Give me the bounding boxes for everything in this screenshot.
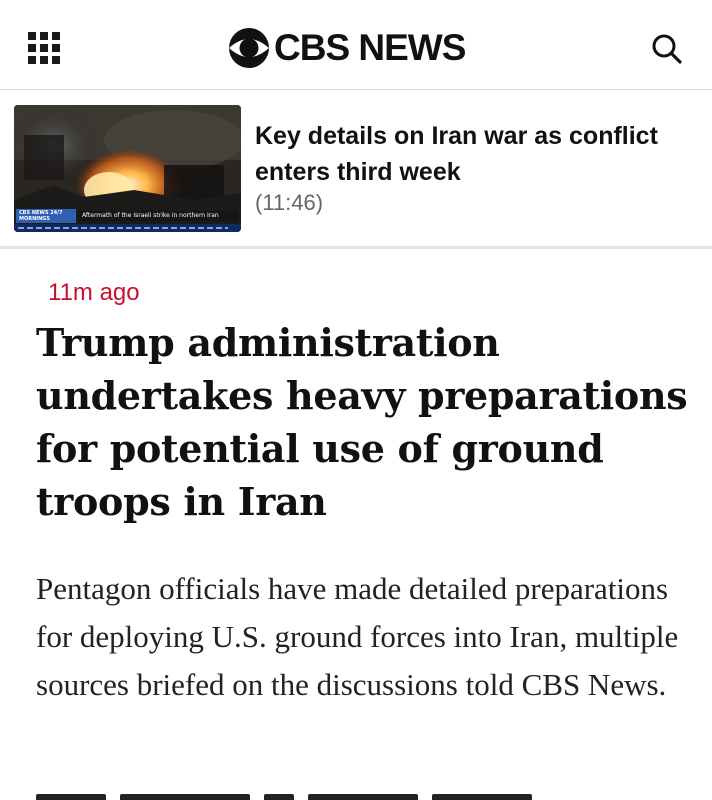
grid-menu-icon[interactable] — [28, 32, 60, 64]
video-title[interactable]: Key details on Iran war as conflict ente… — [255, 118, 700, 190]
video-thumbnail[interactable]: CBS NEWS 24/7 MORNINGS Aftermath of the … — [14, 105, 241, 232]
cbs-news-logo[interactable]: CBS NEWS — [228, 26, 466, 70]
logo-text: CBS NEWS — [274, 27, 466, 68]
search-icon[interactable] — [650, 32, 684, 66]
video-duration: (11:46) — [255, 190, 324, 215]
thumbnail-headline: Aftermath of the Israeli strike in north… — [78, 211, 238, 221]
thumbnail-ticker — [14, 224, 241, 232]
cbs-eye-icon — [229, 28, 269, 68]
thumbnail-brand: CBS NEWS 24/7 MORNINGS — [16, 209, 76, 223]
top-header: CBS NEWS — [0, 0, 712, 90]
article-summary: Pentagon officials have made detailed pr… — [36, 571, 679, 702]
section-divider — [0, 246, 712, 249]
video-card[interactable]: CBS NEWS 24/7 MORNINGS Aftermath of the … — [0, 90, 712, 246]
article-timestamp: 11m ago — [48, 279, 140, 306]
article-headline[interactable]: Trump administration undertakes heavy pr… — [36, 316, 696, 528]
next-paragraph-cutoff — [36, 784, 556, 800]
thumbnail-lower-third: CBS NEWS 24/7 MORNINGS Aftermath of the … — [14, 204, 241, 232]
